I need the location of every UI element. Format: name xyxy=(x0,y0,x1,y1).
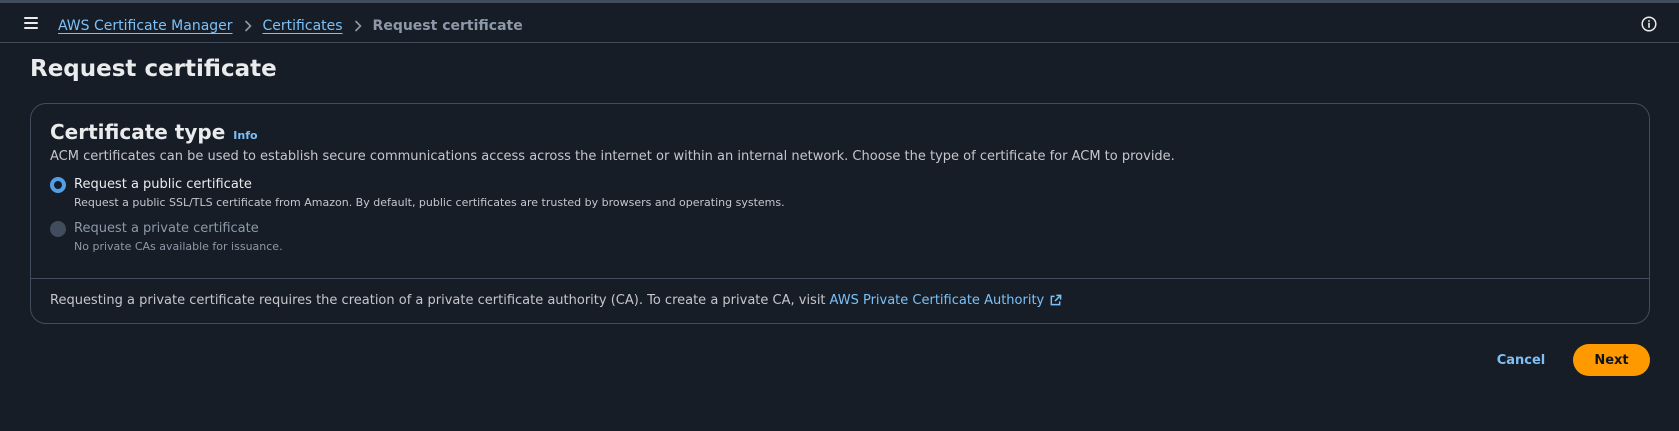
radio-button-public[interactable] xyxy=(50,177,66,193)
private-ca-link[interactable]: AWS Private Certificate Authority xyxy=(830,293,1063,308)
panel-footer: Requesting a private certificate require… xyxy=(50,293,1062,308)
breadcrumb-link-acm[interactable]: AWS Certificate Manager xyxy=(58,18,233,34)
chevron-right-icon xyxy=(233,18,263,34)
next-button[interactable]: Next xyxy=(1573,344,1650,376)
radio-option-public-certificate[interactable]: Request a public certificate Request a p… xyxy=(50,176,785,209)
certificate-type-panel: Certificate type Info ACM certificates c… xyxy=(30,103,1650,324)
panel-description: ACM certificates can be used to establis… xyxy=(50,149,1175,164)
info-circle-icon[interactable] xyxy=(1641,16,1657,32)
radio-description-private: No private CAs available for issuance. xyxy=(74,240,283,253)
radio-description-public: Request a public SSL/TLS certificate fro… xyxy=(74,196,785,209)
radio-label-public: Request a public certificate xyxy=(74,177,252,192)
breadcrumb-link-certificates[interactable]: Certificates xyxy=(263,18,343,34)
radio-option-private-certificate: Request a private certificate No private… xyxy=(50,220,283,253)
breadcrumb: AWS Certificate Manager Certificates Req… xyxy=(58,16,523,36)
private-ca-link-label: AWS Private Certificate Authority xyxy=(829,293,1045,308)
page-title: Request certificate xyxy=(30,56,277,82)
top-navigation-bar: AWS Certificate Manager Certificates Req… xyxy=(0,3,1679,43)
hamburger-menu-icon[interactable] xyxy=(22,15,40,31)
external-link-icon xyxy=(1050,294,1062,306)
panel-header: Certificate type Info xyxy=(50,120,258,144)
radio-label-private: Request a private certificate xyxy=(74,221,259,236)
panel-title: Certificate type xyxy=(50,120,226,144)
breadcrumb-current: Request certificate xyxy=(372,18,523,34)
cancel-button[interactable]: Cancel xyxy=(1486,344,1556,376)
footer-text: Requesting a private certificate require… xyxy=(50,293,826,308)
chevron-right-icon xyxy=(343,18,373,34)
radio-button-private xyxy=(50,221,66,237)
info-link[interactable]: Info xyxy=(233,129,257,142)
panel-divider xyxy=(31,278,1649,279)
